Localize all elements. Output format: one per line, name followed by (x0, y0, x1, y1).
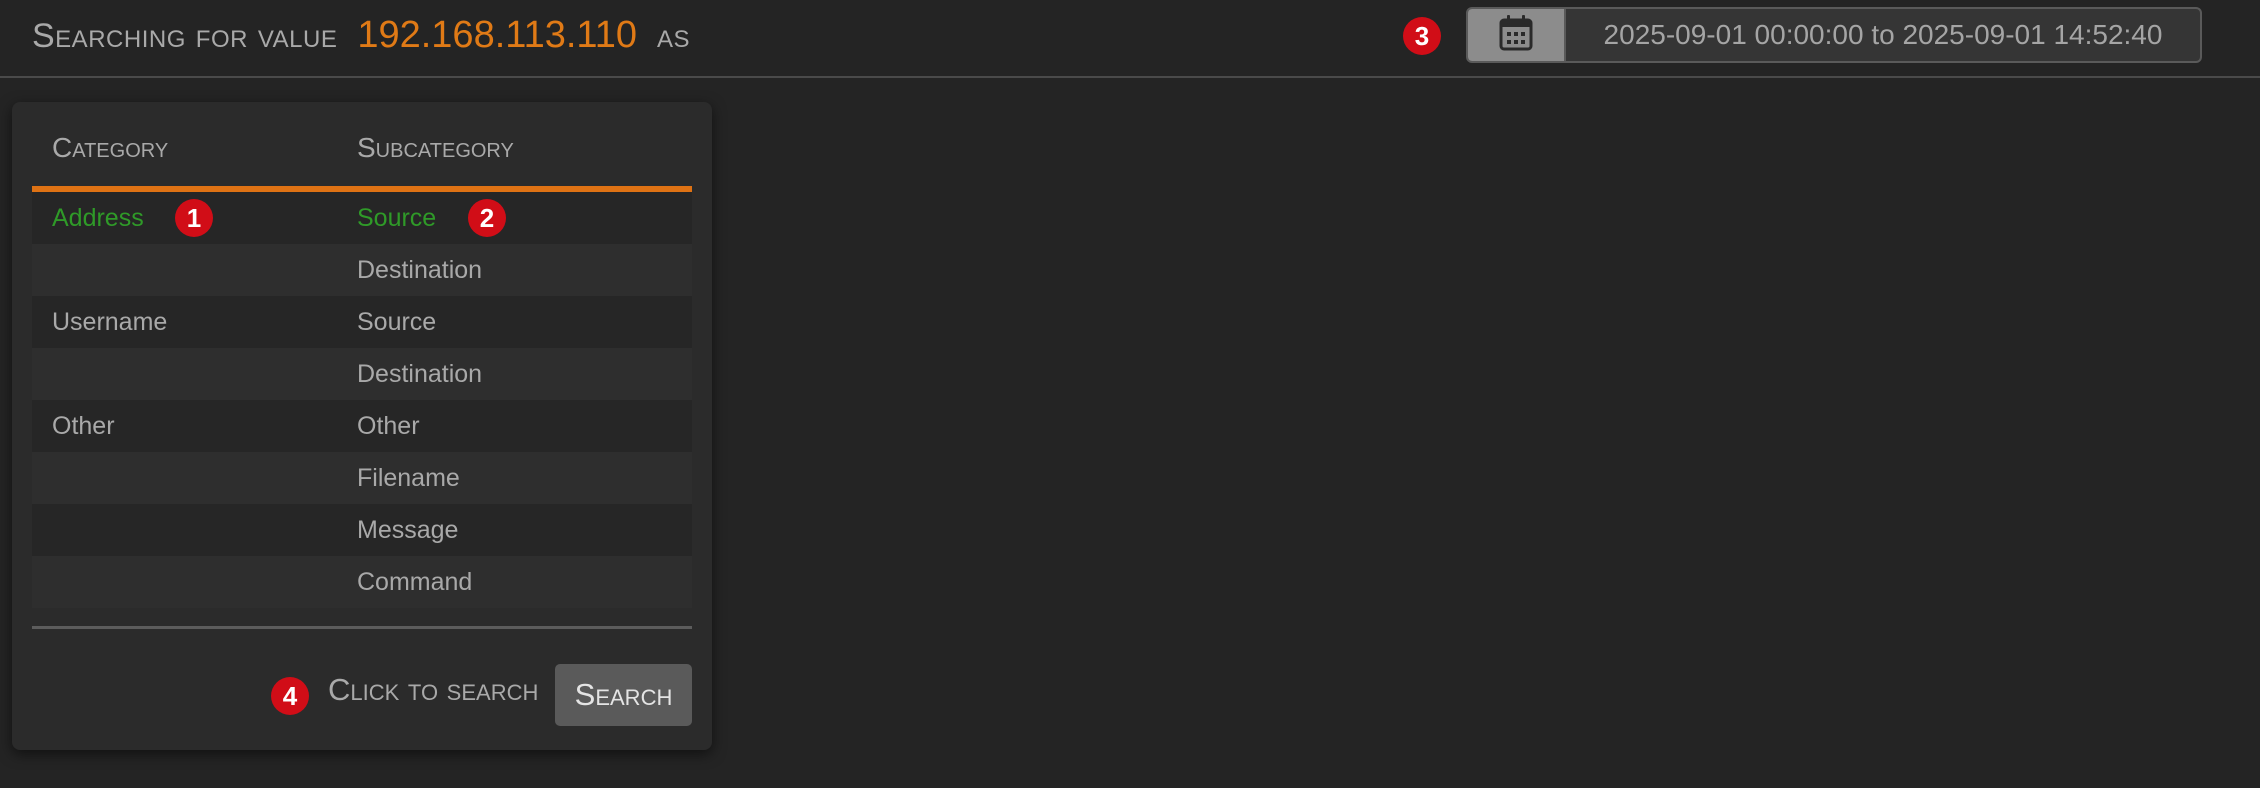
table-row[interactable]: Destination (32, 348, 692, 400)
annotation-badge-1: 1 (175, 199, 213, 237)
calendar-button[interactable] (1468, 9, 1566, 61)
search-type-card: Category Subcategory Address Source 1 2 … (12, 102, 712, 750)
category-cell: Other (52, 411, 115, 440)
title-suffix: as (656, 17, 690, 55)
subcategory-cell[interactable]: Destination (357, 244, 482, 296)
table-row[interactable]: Address Source 1 2 (32, 192, 692, 244)
table-row[interactable]: Other Other (32, 400, 692, 452)
date-range-picker[interactable]: 2025-09-01 00:00:00 to 2025-09-01 14:52:… (1466, 7, 2202, 63)
annotation-badge-2: 2 (468, 199, 506, 237)
annotation-badge-3: 3 (1403, 17, 1441, 55)
subcategory-cell[interactable]: Filename (357, 452, 460, 504)
category-header: Category (52, 132, 169, 163)
search-value: 192.168.113.110 (357, 14, 637, 56)
subcategory-cell[interactable]: Other (357, 400, 420, 452)
subcategory-cell[interactable]: Command (357, 556, 472, 608)
date-range-text[interactable]: 2025-09-01 00:00:00 to 2025-09-01 14:52:… (1566, 9, 2200, 61)
table-row[interactable]: Command (32, 556, 692, 608)
subcategory-cell[interactable]: Destination (357, 348, 482, 400)
table-row[interactable]: Username Source (32, 296, 692, 348)
subcategory-cell[interactable]: Message (357, 504, 458, 556)
title-prefix: Searching for value (32, 17, 338, 55)
annotation-badge-4: 4 (271, 677, 309, 715)
search-button[interactable]: Search (555, 664, 692, 726)
category-cell: Username (52, 307, 168, 336)
footer-divider (32, 626, 692, 629)
table-row[interactable]: Filename (32, 452, 692, 504)
search-header: Searching for value 192.168.113.110 as 3 (0, 0, 2260, 78)
category-cell: Address (52, 203, 144, 232)
subcategory-cell[interactable]: Source (357, 192, 436, 244)
table-row[interactable]: Message (32, 504, 692, 556)
subcategory-cell[interactable]: Source (357, 296, 436, 348)
page-title: Searching for value 192.168.113.110 as (32, 14, 690, 58)
search-hint: Click to search (328, 672, 539, 707)
calendar-icon (1498, 14, 1534, 57)
subcategory-header: Subcategory (357, 132, 514, 163)
table-row[interactable]: Destination (32, 244, 692, 296)
category-table: Address Source 1 2 Destination Username … (32, 192, 692, 608)
